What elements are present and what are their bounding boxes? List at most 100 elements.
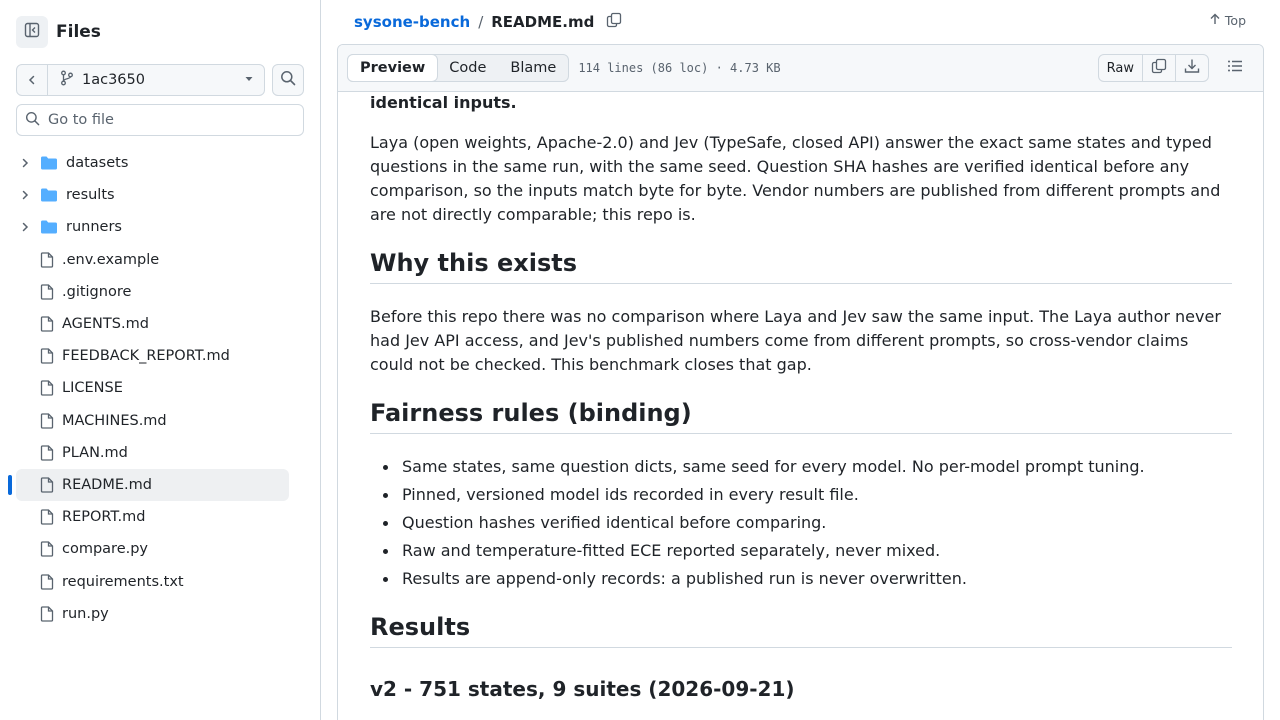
file-tree-sidebar: Files 1ac3650 Go to file datasets result… — [0, 0, 321, 720]
back-button[interactable] — [17, 65, 48, 95]
tree-item-label: REPORT.md — [62, 509, 146, 526]
breadcrumb-repo-link[interactable]: sysone-bench — [354, 13, 470, 31]
tab-preview[interactable]: Preview — [347, 54, 439, 82]
tree-item-label: compare.py — [62, 541, 149, 558]
caret-down-icon — [244, 72, 254, 88]
view-mode-tabs: Preview Code Blame — [347, 54, 570, 82]
go-to-file-field[interactable] — [16, 104, 304, 136]
main-content: sysone-bench / README.md Top Preview Cod… — [321, 0, 1280, 720]
raw-copy-download-group: Raw — [1097, 54, 1209, 82]
breadcrumb-separator: / — [478, 13, 484, 31]
tree-item-label: requirements.txt — [62, 573, 184, 590]
heading-results: Results — [370, 613, 1232, 648]
tree-item-label: runners — [66, 219, 122, 236]
collapse-sidebar-button[interactable] — [16, 16, 48, 48]
sidebar-title: Files — [56, 22, 101, 42]
tree-item-label: MACHINES.md — [62, 412, 167, 429]
chevron-right-icon[interactable] — [17, 221, 33, 233]
branch-picker: 1ac3650 — [16, 64, 265, 96]
list-outline-icon — [1227, 58, 1243, 78]
download-button[interactable] — [1176, 55, 1208, 81]
file-tree: datasets results runners .env.example .gitig… — [8, 147, 289, 630]
tree-item-label: LICENSE — [62, 380, 123, 397]
sidebar-header: Files — [16, 16, 101, 48]
tree-file-item[interactable]: compare.py — [16, 533, 289, 565]
top-label: Top — [1224, 13, 1246, 28]
heading-fairness-rules: Fairness rules (binding) — [370, 399, 1232, 434]
breadcrumb-file-name: README.md — [491, 13, 595, 31]
tree-item-label: FEEDBACK_REPORT.md — [62, 348, 230, 365]
list-item: Pinned, versioned model ids recorded in … — [383, 483, 1232, 511]
tree-file-item[interactable]: .gitignore — [16, 276, 289, 308]
folder-icon — [40, 187, 58, 203]
why-paragraph: Before this repo there was no comparison… — [370, 307, 1221, 374]
tree-item-label: PLAN.md — [62, 444, 128, 461]
tree-file-item[interactable]: requirements.txt — [16, 565, 289, 597]
tree-file-item[interactable]: run.py — [16, 598, 289, 630]
tree-file-item[interactable]: MACHINES.md — [16, 405, 289, 437]
search-files-button[interactable] — [272, 64, 304, 96]
tree-file-item[interactable]: PLAN.md — [16, 437, 289, 469]
file-viewer: Preview Code Blame 114 lines (86 loc) · … — [337, 44, 1264, 720]
tree-item-label: AGENTS.md — [62, 316, 149, 333]
chevron-right-icon[interactable] — [17, 157, 33, 169]
tree-folder-item[interactable]: results — [16, 179, 289, 211]
file-icon — [40, 348, 54, 364]
file-icon — [40, 316, 54, 332]
file-icon — [40, 541, 54, 557]
heading-why-this-exists: Why this exists — [370, 249, 1232, 284]
copy-raw-button[interactable] — [1143, 55, 1176, 81]
file-icon — [40, 477, 54, 493]
file-icon — [40, 412, 54, 429]
raw-button[interactable]: Raw — [1099, 55, 1143, 81]
breadcrumb: sysone-bench / README.md Top — [321, 0, 1264, 44]
tab-blame[interactable]: Blame — [498, 55, 568, 81]
search-icon — [280, 70, 296, 90]
chevron-left-icon — [26, 71, 38, 90]
intro-paragraph: Laya (open weights, Apache-2.0) and Jev … — [370, 133, 1221, 224]
tree-file-item[interactable]: FEEDBACK_REPORT.md — [16, 340, 289, 372]
copy-icon — [1151, 58, 1167, 78]
file-icon — [40, 606, 54, 622]
git-branch-icon — [60, 70, 74, 90]
file-header: Preview Code Blame 114 lines (86 loc) · … — [338, 45, 1263, 92]
tree-folder-item[interactable]: datasets — [16, 147, 289, 179]
folder-icon — [40, 219, 58, 235]
file-actions: Raw — [1097, 54, 1249, 82]
outline-button[interactable] — [1221, 54, 1249, 82]
tree-folder-item[interactable]: runners — [16, 211, 289, 243]
active-indicator — [8, 474, 12, 495]
tree-file-item[interactable]: REPORT.md — [16, 501, 289, 533]
folder-icon — [40, 155, 58, 171]
list-item: Same states, same question dicts, same s… — [383, 455, 1232, 483]
search-icon — [25, 111, 40, 130]
file-icon — [40, 573, 54, 590]
paragraph-tail: identical inputs. — [370, 93, 517, 112]
arrow-up-icon — [1209, 13, 1225, 28]
tree-file-item[interactable]: README.md — [8, 468, 289, 502]
tree-file-item[interactable]: LICENSE — [16, 372, 289, 404]
chevron-right-icon[interactable] — [17, 189, 33, 201]
download-icon — [1184, 58, 1200, 78]
file-icon — [40, 284, 54, 300]
file-icon — [40, 380, 54, 397]
tree-item-label: datasets — [66, 155, 129, 172]
go-to-file-input[interactable] — [48, 112, 288, 128]
branch-select[interactable]: 1ac3650 — [48, 65, 264, 95]
tree-file-item[interactable]: AGENTS.md — [16, 308, 289, 340]
tree-item-label: run.py — [62, 605, 109, 622]
back-to-top-link[interactable]: Top — [1209, 13, 1246, 28]
tree-file-item[interactable]: .env.example — [16, 244, 289, 276]
tree-item-label: .gitignore — [62, 283, 132, 300]
file-icon — [40, 445, 54, 461]
branch-row: 1ac3650 — [16, 64, 304, 96]
file-meta: 114 lines (86 loc) · 4.73 KB — [578, 61, 781, 75]
copy-path-button[interactable] — [606, 12, 622, 32]
list-item: Results are append-only records: a publi… — [383, 567, 1232, 595]
branch-name: 1ac3650 — [82, 72, 145, 88]
tab-code[interactable]: Code — [437, 55, 498, 81]
sidebar-collapse-icon — [24, 22, 40, 42]
copy-icon — [606, 12, 622, 32]
file-icon — [40, 252, 54, 268]
list-item: Question hashes verified identical befor… — [383, 511, 1232, 539]
